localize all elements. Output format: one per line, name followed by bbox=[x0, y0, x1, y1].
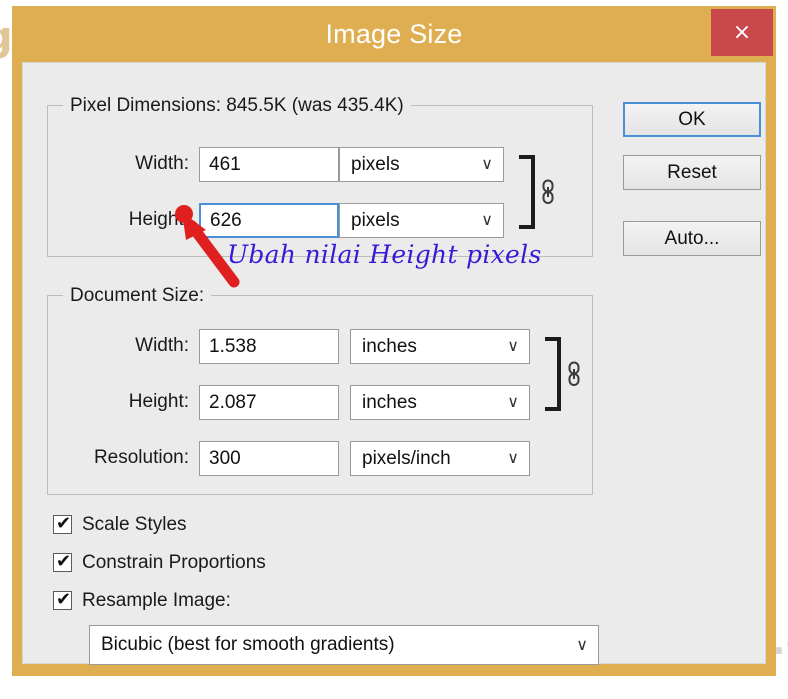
document-width-label: Width: bbox=[135, 335, 189, 356]
pixel-dimensions-legend: Pixel Dimensions: 845.5K (was 435.4K) bbox=[63, 95, 411, 117]
annotation-text: Ubah nilai Height pixels bbox=[227, 240, 542, 269]
chevron-down-icon: ∨ bbox=[507, 448, 519, 467]
page-title: Image Size bbox=[325, 19, 463, 49]
constrain-proportions-label: Constrain Proportions bbox=[82, 552, 266, 573]
resample-image-checkbox[interactable]: ✔ bbox=[53, 589, 72, 610]
pixel-width-label: Width: bbox=[135, 153, 189, 174]
resolution-input[interactable]: 300 bbox=[199, 441, 339, 476]
chevron-down-icon: ∨ bbox=[481, 210, 493, 229]
auto-button[interactable]: Auto... bbox=[623, 221, 761, 256]
chevron-down-icon: ∨ bbox=[507, 392, 519, 411]
resample-image-label: Resample Image: bbox=[82, 590, 231, 611]
document-height-unit-label: inches bbox=[362, 392, 417, 413]
link-icon[interactable] bbox=[541, 179, 555, 205]
ok-button[interactable]: OK bbox=[623, 102, 761, 137]
pixel-height-input[interactable]: 626 bbox=[199, 203, 339, 238]
pixel-height-unit-label: pixels bbox=[351, 210, 400, 231]
document-width-unit-select[interactable]: inches ∨ bbox=[350, 329, 530, 364]
pixel-width-unit-label: pixels bbox=[351, 154, 400, 175]
close-icon[interactable]: × bbox=[711, 9, 773, 56]
chevron-down-icon: ∨ bbox=[481, 154, 493, 173]
resample-method-label: Bicubic (best for smooth gradients) bbox=[101, 634, 395, 655]
check-icon: ✔ bbox=[56, 551, 72, 572]
constrain-proportions-checkbox[interactable]: ✔ bbox=[53, 551, 72, 572]
pixel-width-unit-select[interactable]: pixels ∨ bbox=[339, 147, 504, 182]
check-icon: ✔ bbox=[56, 589, 72, 610]
reset-button[interactable]: Reset bbox=[623, 155, 761, 190]
dialog-titlebar: Image Size × bbox=[12, 6, 776, 62]
resolution-unit-select[interactable]: pixels/inch ∨ bbox=[350, 441, 530, 476]
document-height-label: Height: bbox=[128, 391, 189, 412]
resolution-unit-label: pixels/inch bbox=[362, 448, 451, 469]
resample-method-select[interactable]: Bicubic (best for smooth gradients) ∨ bbox=[89, 625, 599, 665]
scale-styles-checkbox[interactable]: ✔ bbox=[53, 513, 72, 534]
chevron-down-icon: ∨ bbox=[507, 336, 519, 355]
pixel-width-input[interactable]: 461 bbox=[199, 147, 339, 182]
scale-styles-label: Scale Styles bbox=[82, 514, 187, 535]
link-icon[interactable] bbox=[567, 361, 581, 387]
resolution-label: Resolution: bbox=[93, 447, 189, 468]
check-icon: ✔ bbox=[56, 513, 72, 534]
image-size-dialog: Image Size × Pixel Dimensions: 845.5K (w… bbox=[12, 6, 776, 676]
pixel-height-unit-select[interactable]: pixels ∨ bbox=[339, 203, 504, 238]
document-size-legend: Document Size: bbox=[63, 285, 212, 307]
document-height-unit-select[interactable]: inches ∨ bbox=[350, 385, 530, 420]
pixel-height-label: Height: bbox=[128, 209, 189, 230]
document-width-input[interactable]: 1.538 bbox=[199, 329, 339, 364]
dialog-body: Pixel Dimensions: 845.5K (was 435.4K) Wi… bbox=[22, 62, 766, 665]
constrain-bracket-pixel bbox=[519, 155, 535, 229]
document-height-input[interactable]: 2.087 bbox=[199, 385, 339, 420]
constrain-bracket-document bbox=[545, 337, 561, 411]
document-width-unit-label: inches bbox=[362, 336, 417, 357]
chevron-down-icon: ∨ bbox=[576, 635, 588, 654]
